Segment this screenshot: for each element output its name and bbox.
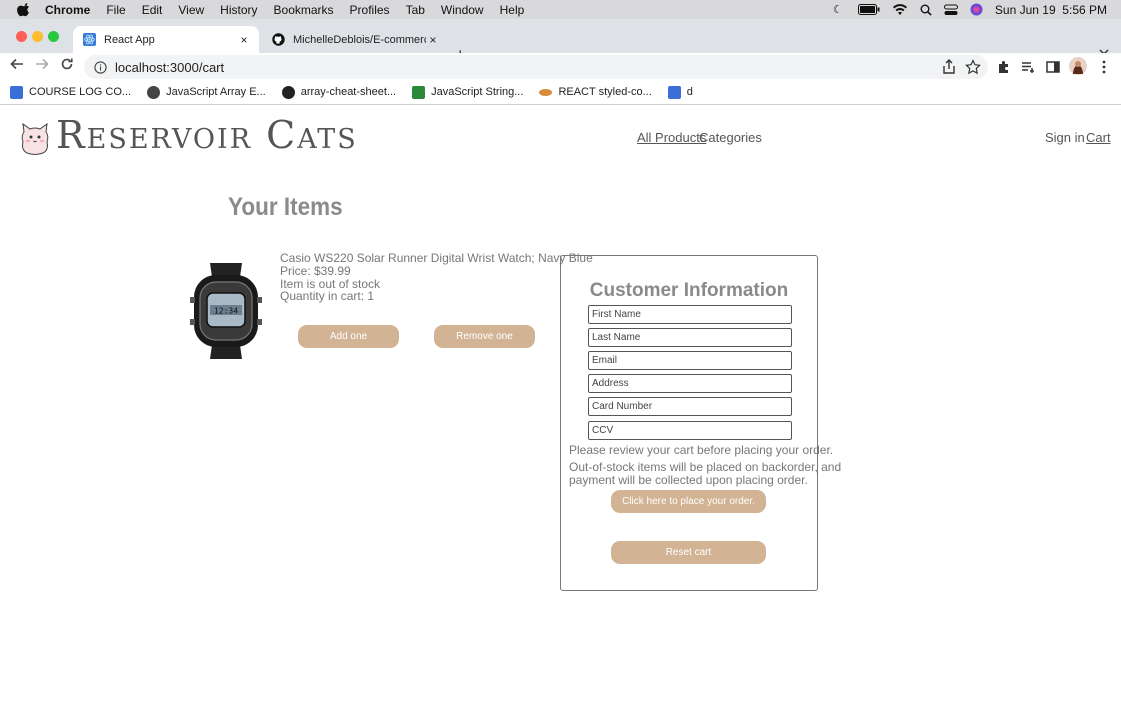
siri-icon[interactable] bbox=[970, 3, 983, 16]
more-menu-icon[interactable] bbox=[1096, 59, 1112, 75]
menu-chrome[interactable]: Chrome bbox=[45, 3, 90, 17]
svg-text:12:34: 12:34 bbox=[214, 307, 238, 316]
customer-info-title: Customer Information bbox=[589, 280, 789, 301]
address-bar[interactable]: localhost:3000/cart bbox=[84, 55, 988, 79]
macos-menubar: Chrome File Edit View History Bookmarks … bbox=[0, 0, 1121, 19]
tab-github-ecommerce[interactable]: MichelleDeblois/E-commerce × bbox=[262, 26, 448, 53]
bookmarks-bar: COURSE LOG CO... JavaScript Array E... a… bbox=[0, 80, 1121, 105]
menu-file[interactable]: File bbox=[106, 3, 125, 17]
menu-history[interactable]: History bbox=[220, 3, 257, 17]
bookmark-label: COURSE LOG CO... bbox=[29, 86, 132, 98]
zoom-window-button[interactable] bbox=[48, 31, 59, 42]
review-note: Please review your cart before placing y… bbox=[569, 443, 834, 457]
menu-view[interactable]: View bbox=[178, 3, 204, 17]
minimize-window-button[interactable] bbox=[32, 31, 43, 42]
back-arrow-icon[interactable] bbox=[10, 57, 24, 71]
close-tab-icon[interactable]: × bbox=[237, 33, 251, 47]
extensions-icon[interactable] bbox=[996, 59, 1012, 75]
bookmark-label: array-cheat-sheet... bbox=[300, 86, 397, 98]
control-center-icon[interactable] bbox=[943, 4, 958, 16]
url-text[interactable]: localhost:3000/cart bbox=[115, 60, 224, 75]
info-icon[interactable] bbox=[94, 60, 107, 74]
site-logo-text[interactable]: Reservoir Cats bbox=[56, 113, 358, 157]
add-one-button[interactable]: Add one bbox=[298, 325, 399, 348]
moon-icon[interactable]: ☾ bbox=[830, 4, 846, 16]
nav-cart[interactable]: Cart bbox=[1086, 130, 1111, 145]
product-price: Price: $39.99 bbox=[280, 264, 351, 278]
battery-icon[interactable] bbox=[857, 4, 880, 15]
address-field[interactable]: Address bbox=[588, 374, 792, 393]
email-field[interactable]: Email bbox=[588, 351, 792, 370]
side-panel-icon[interactable] bbox=[1045, 59, 1061, 75]
ccv-field[interactable]: CCV bbox=[588, 421, 792, 440]
react-favicon-icon bbox=[83, 33, 96, 46]
reload-icon[interactable] bbox=[60, 57, 74, 71]
menu-tab[interactable]: Tab bbox=[406, 3, 425, 17]
tab-react-app[interactable]: React App × bbox=[73, 26, 259, 53]
bookmark-label: JavaScript Array E... bbox=[166, 86, 266, 98]
nav-categories[interactable]: Categories bbox=[699, 130, 762, 145]
bookmark-label: d bbox=[686, 86, 693, 98]
cat-logo-icon[interactable] bbox=[19, 122, 51, 155]
tab-title: MichelleDeblois/E-commerce bbox=[293, 33, 426, 46]
tab-strip: React App × MichelleDeblois/E-commerce ×… bbox=[0, 19, 1121, 65]
profile-avatar[interactable] bbox=[1069, 57, 1087, 75]
bookmark-d[interactable]: d bbox=[667, 85, 693, 99]
reset-cart-button[interactable]: Reset cart bbox=[611, 541, 766, 564]
github-icon bbox=[281, 85, 295, 99]
share-icon[interactable] bbox=[941, 59, 957, 75]
menu-profiles[interactable]: Profiles bbox=[350, 3, 390, 17]
bookmark-course-log[interactable]: COURSE LOG CO... bbox=[10, 85, 132, 99]
w-logo-icon bbox=[412, 85, 426, 99]
react-icon bbox=[667, 85, 681, 99]
first-name-field[interactable]: First Name bbox=[588, 305, 792, 324]
menu-help[interactable]: Help bbox=[500, 3, 525, 17]
product-quantity: Quantity in cart: 1 bbox=[280, 289, 375, 303]
tab-title: React App bbox=[104, 33, 155, 46]
menu-bookmarks[interactable]: Bookmarks bbox=[274, 3, 334, 17]
last-name-field[interactable]: Last Name bbox=[588, 328, 792, 347]
page-title: Your Items bbox=[228, 193, 343, 221]
nav-sign-in[interactable]: Sign in bbox=[1045, 130, 1085, 145]
menu-window[interactable]: Window bbox=[441, 3, 484, 17]
forward-arrow-icon[interactable] bbox=[35, 57, 49, 71]
backorder-note-continued: payment will be collected upon placing o… bbox=[569, 473, 808, 487]
browser-toolbar: localhost:3000/cart bbox=[0, 53, 1121, 80]
close-window-button[interactable] bbox=[16, 31, 27, 42]
place-order-button[interactable]: Click here to place your order. bbox=[611, 490, 766, 513]
nav-all-products[interactable]: All Products bbox=[637, 130, 706, 145]
page-content: Reservoir Cats All Products Categories S… bbox=[0, 105, 1121, 701]
bookmark-label: JavaScript String... bbox=[431, 86, 524, 98]
wifi-icon[interactable] bbox=[892, 3, 908, 16]
menu-edit[interactable]: Edit bbox=[142, 3, 163, 17]
remove-one-button[interactable]: Remove one bbox=[434, 325, 535, 348]
bookmark-react-styled[interactable]: REACT styled-co... bbox=[539, 86, 652, 98]
bookmark-js-string[interactable]: JavaScript String... bbox=[412, 85, 524, 99]
doc-icon bbox=[10, 85, 23, 99]
card-number-field[interactable]: Card Number bbox=[588, 397, 792, 416]
apple-logo-icon[interactable] bbox=[17, 2, 31, 17]
product-image: 12:34 bbox=[190, 263, 262, 359]
bookmark-js-array[interactable]: JavaScript Array E... bbox=[147, 85, 266, 99]
star-icon[interactable] bbox=[965, 59, 981, 75]
reading-list-icon[interactable] bbox=[1020, 59, 1036, 75]
close-tab-icon[interactable]: × bbox=[426, 33, 440, 47]
globe-icon bbox=[147, 85, 161, 99]
menubar-clock[interactable]: Sun Jun 19 5:56 PM bbox=[995, 3, 1107, 17]
bookmark-label: REACT styled-co... bbox=[558, 86, 652, 98]
product-name: Casio WS220 Solar Runner Digital Wrist W… bbox=[280, 251, 593, 265]
bookmark-array-cheat-sheet[interactable]: array-cheat-sheet... bbox=[281, 85, 397, 99]
customer-info-panel: Customer Information First Name Last Nam… bbox=[560, 255, 841, 591]
search-icon[interactable] bbox=[920, 4, 932, 16]
github-favicon-icon bbox=[272, 33, 285, 46]
styled-components-icon bbox=[539, 88, 553, 96]
